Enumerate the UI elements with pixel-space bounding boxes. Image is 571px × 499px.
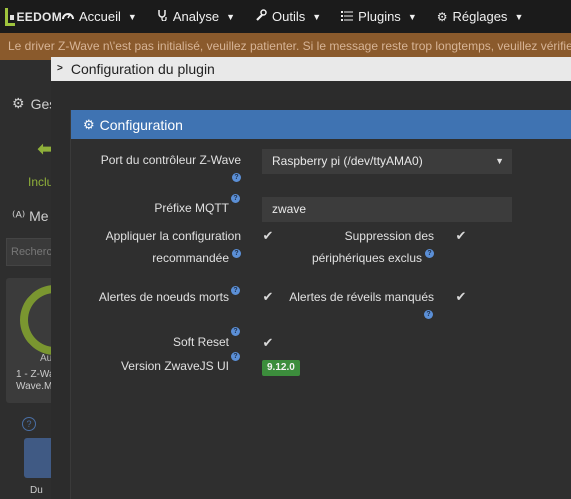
dead-nodes-help-icon[interactable]: ?: [231, 286, 240, 295]
nav-plugins[interactable]: Plugins ▼: [341, 9, 417, 24]
bg-device-tag: Du: [30, 485, 43, 496]
list-icon: [341, 10, 354, 24]
suppress-checkbox[interactable]: ✔: [454, 229, 468, 243]
chevron-right-icon: >: [57, 63, 63, 74]
version-label: Version ZwaveJS UI: [120, 359, 229, 373]
bg-mes-label: Me: [29, 208, 49, 224]
suppress-help-icon[interactable]: ?: [425, 249, 434, 258]
wrench-icon: [255, 9, 267, 24]
chevron-down-icon: ▼: [514, 11, 524, 22]
gear-icon: ⚙: [12, 95, 25, 111]
nav-plugins-label: Plugins: [358, 9, 401, 24]
logo-text: EEDOM: [16, 9, 62, 24]
suppress-label-line2: périphériques exclus: [311, 251, 422, 265]
stethoscope-icon: [157, 9, 168, 24]
missed-wakeup-help-icon[interactable]: ?: [424, 310, 433, 319]
nav-outils-label: Outils: [272, 9, 306, 24]
nav-reglages-label: Réglages: [452, 9, 508, 24]
bg-help-icon[interactable]: ?: [22, 417, 36, 431]
port-help-icon[interactable]: ?: [232, 173, 241, 182]
mqtt-help-icon[interactable]: ?: [231, 194, 240, 203]
configuration-panel: ⚙ Configuration Port du contrôleur Z-Wav…: [70, 110, 571, 499]
broadcast-icon: ⁽ᴬ⁾: [12, 208, 26, 224]
panel-title: Configuration: [99, 116, 183, 133]
chevron-down-icon: ▼: [495, 156, 504, 166]
suppress-label-line1: Suppression des: [344, 229, 434, 243]
panel-header: ⚙ Configuration: [71, 110, 571, 139]
jeedom-logo[interactable]: EEDOM: [4, 6, 62, 28]
mqtt-label: Préfixe MQTT: [154, 201, 229, 215]
apply-config-checkbox[interactable]: ✔: [261, 229, 275, 243]
soft-reset-label: Soft Reset: [172, 335, 229, 349]
chevron-down-icon: ▼: [312, 11, 322, 22]
chevron-down-icon: ▼: [226, 11, 236, 22]
missed-wakeup-checkbox[interactable]: ✔: [454, 290, 468, 304]
bg-search-input[interactable]: Recherc: [6, 238, 56, 266]
plugin-config-modal: > Configuration du plugin ⚙ Configuratio…: [51, 57, 571, 499]
nav-accueil[interactable]: Accueil ▼: [62, 9, 137, 24]
nav-analyse-label: Analyse: [172, 9, 220, 24]
logo-mark-icon: [4, 6, 15, 28]
bg-gestion-title: ⚙ Ges: [12, 95, 56, 112]
top-navbar: EEDOM Accueil ▼ Analyse ▼ Outils ▼ Plugi…: [0, 0, 571, 33]
nav-outils[interactable]: Outils ▼: [255, 9, 321, 24]
dashboard-icon: [62, 9, 74, 24]
modal-body: ⚙ Configuration Port du contrôleur Z-Wav…: [51, 81, 571, 499]
modal-title: Configuration du plugin: [70, 61, 215, 77]
apply-config-label-line1: Appliquer la configuration: [105, 229, 241, 243]
port-select-value: Raspberry pi (/dev/ttyAMA0): [272, 154, 423, 168]
apply-config-help-icon[interactable]: ?: [232, 249, 241, 258]
version-badge: 9.12.0: [262, 360, 300, 376]
chevron-down-icon: ▼: [127, 11, 137, 22]
apply-config-label-line2: recommandée: [152, 251, 229, 265]
modal-header[interactable]: > Configuration du plugin: [51, 57, 571, 81]
bg-mes-equipements-title: ⁽ᴬ⁾ Me: [12, 208, 49, 225]
soft-reset-checkbox[interactable]: ✔: [261, 336, 275, 350]
nav-analyse[interactable]: Analyse ▼: [157, 9, 235, 24]
gear-icon: ⚙: [436, 9, 448, 24]
nav-reglages[interactable]: ⚙ Réglages ▼: [437, 9, 524, 24]
port-label: Port du contrôleur Z-Wave: [100, 153, 241, 167]
driver-warning-banner: Le driver Z-Wave n\'est pas initialisé, …: [0, 33, 571, 60]
cogs-icon: ⚙: [83, 116, 95, 132]
port-select[interactable]: Raspberry pi (/dev/ttyAMA0) ▼: [262, 149, 512, 174]
version-help-icon[interactable]: ?: [231, 352, 240, 361]
mqtt-prefix-input[interactable]: zwave: [262, 197, 512, 222]
nav-accueil-label: Accueil: [79, 9, 121, 24]
soft-reset-help-icon[interactable]: ?: [231, 327, 240, 336]
chevron-down-icon: ▼: [407, 11, 417, 22]
missed-wakeup-label: Alertes de réveils manqués: [289, 290, 434, 304]
dead-nodes-label: Alertes de noeuds morts: [98, 290, 229, 304]
bg-inclusion-label[interactable]: Inclu: [28, 175, 53, 189]
